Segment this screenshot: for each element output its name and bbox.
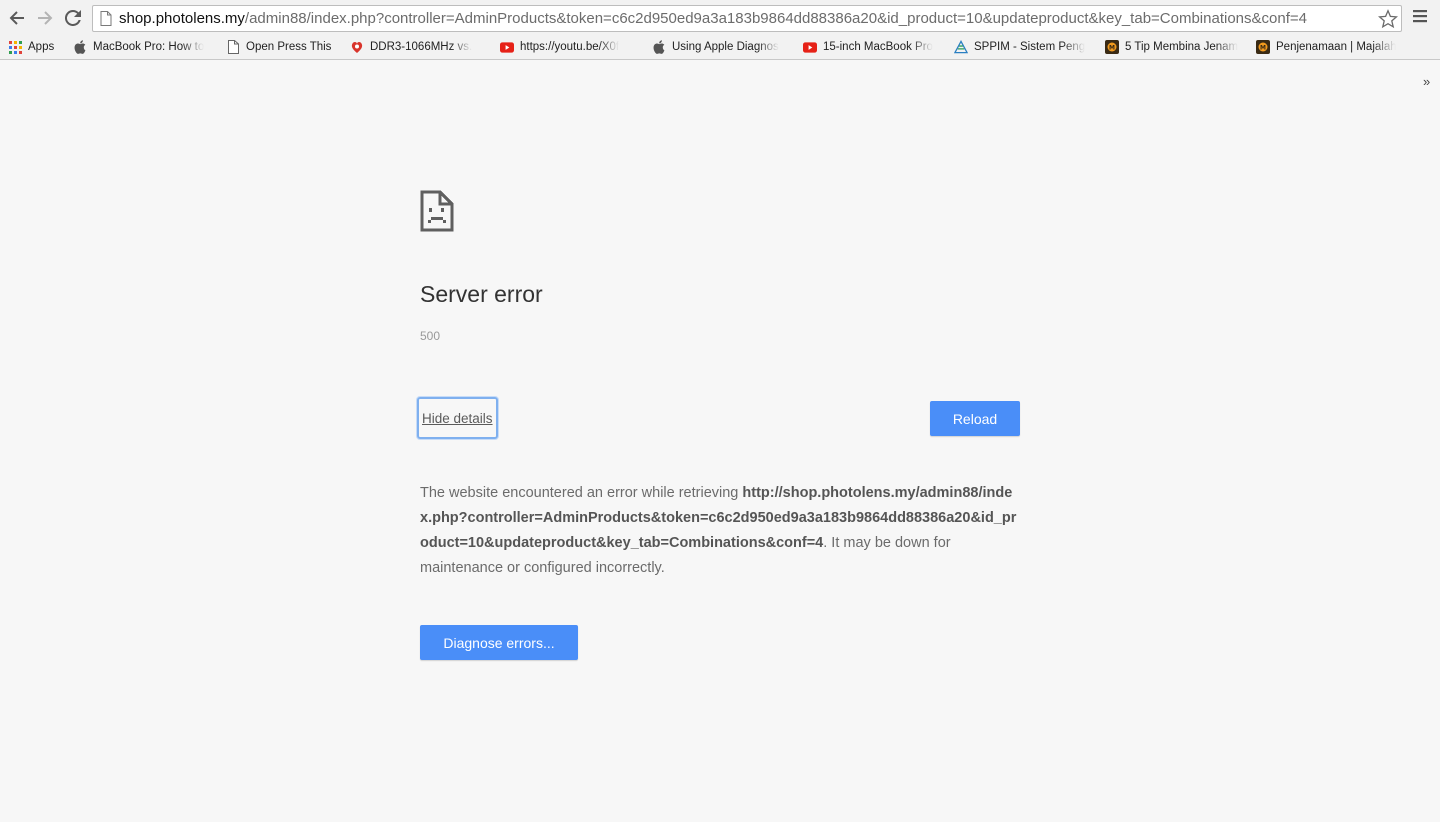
svg-text:M: M (1260, 45, 1266, 52)
apps-grid-icon (8, 40, 22, 54)
bookmarks-bar: Apps MacBook Pro: How to Open Press This… (0, 36, 1440, 89)
bookmark-label: Using Apple Diagnos (672, 41, 779, 53)
forward-arrow-icon (38, 11, 53, 25)
youtube-icon (500, 40, 514, 54)
browser-toolbar: shop.photolens.my/admin88/index.php?cont… (0, 0, 1440, 36)
error-page: Server error 500 Hide details Reload The… (417, 60, 1020, 820)
bookmark-label: 15-inch MacBook Pro (823, 41, 933, 53)
details-prefix: The website encountered an error while r… (420, 485, 743, 501)
refresh-icon (65, 10, 81, 26)
majalah-icon: M (1105, 40, 1119, 54)
bookmark-label: Penjenamaan | Majalah (1276, 41, 1396, 53)
bookmark-apple-diagnostics[interactable]: Using Apple Diagnos (652, 37, 792, 57)
bookmark-ddr3[interactable]: DDR3-1066MHz vs. (350, 37, 488, 57)
bookmark-label: Open Press This (246, 41, 332, 53)
bookmark-5-tip[interactable]: M 5 Tip Membina Jenam (1105, 37, 1243, 57)
bookmark-penjenamaan[interactable]: M Penjenamaan | Majalah (1256, 37, 1396, 57)
bookmark-label: 5 Tip Membina Jenam (1125, 41, 1239, 53)
url-text[interactable]: shop.photolens.my/admin88/index.php?cont… (119, 10, 1307, 27)
back-arrow-icon (9, 11, 24, 25)
bookmark-macbook-pro[interactable]: MacBook Pro: How to (73, 37, 213, 57)
page-icon (100, 11, 112, 26)
bookmark-open-press-this[interactable]: Open Press This (226, 37, 341, 57)
bookmark-label: MacBook Pro: How to (93, 41, 205, 53)
bookmark-star-icon[interactable] (1378, 9, 1398, 29)
address-bar[interactable]: shop.photolens.my/admin88/index.php?cont… (92, 5, 1402, 32)
error-title: Server error (420, 281, 543, 307)
error-code: 500 (420, 329, 441, 343)
diagnose-errors-button[interactable]: Diagnose errors... (420, 625, 578, 660)
sad-document-icon (420, 190, 454, 232)
bookmark-sppim[interactable]: SPPIM - Sistem Peng (954, 37, 1092, 57)
bookmark-label: DDR3-1066MHz vs. (370, 41, 473, 53)
site-favicon (350, 40, 364, 54)
bookmark-label: Apps (28, 41, 55, 53)
bookmark-15-inch-macbook[interactable]: 15-inch MacBook Pro (803, 37, 941, 57)
url-path: /admin88/index.php?controller=AdminProdu… (244, 10, 1307, 27)
apple-icon (73, 40, 87, 54)
forward-button[interactable] (33, 6, 57, 30)
hamburger-menu-icon[interactable] (1413, 9, 1427, 23)
hide-details-button[interactable]: Hide details (417, 397, 498, 439)
bookmark-apps[interactable]: Apps (8, 37, 68, 57)
back-button[interactable] (5, 6, 29, 30)
browser-chrome: shop.photolens.my/admin88/index.php?cont… (0, 0, 1440, 89)
bookmark-label: https://youtu.be/X0f (520, 41, 620, 53)
youtube-icon (803, 40, 817, 54)
reload-browser-button[interactable] (61, 6, 85, 30)
reload-button[interactable]: Reload (930, 401, 1020, 436)
bookmarks-overflow-button[interactable]: » (1423, 74, 1430, 89)
hide-details-label: Hide details (422, 410, 493, 426)
url-host: shop.photolens.my (119, 10, 245, 27)
sppim-icon (954, 40, 968, 54)
majalah-icon: M (1256, 40, 1270, 54)
bookmark-label: SPPIM - Sistem Peng (974, 41, 1086, 53)
error-details: The website encountered an error while r… (420, 481, 1020, 581)
apple-icon (652, 40, 666, 54)
bookmark-youtube-link[interactable]: https://youtu.be/X0f (500, 37, 638, 57)
svg-text:M: M (1109, 45, 1115, 52)
page-icon (226, 40, 240, 54)
